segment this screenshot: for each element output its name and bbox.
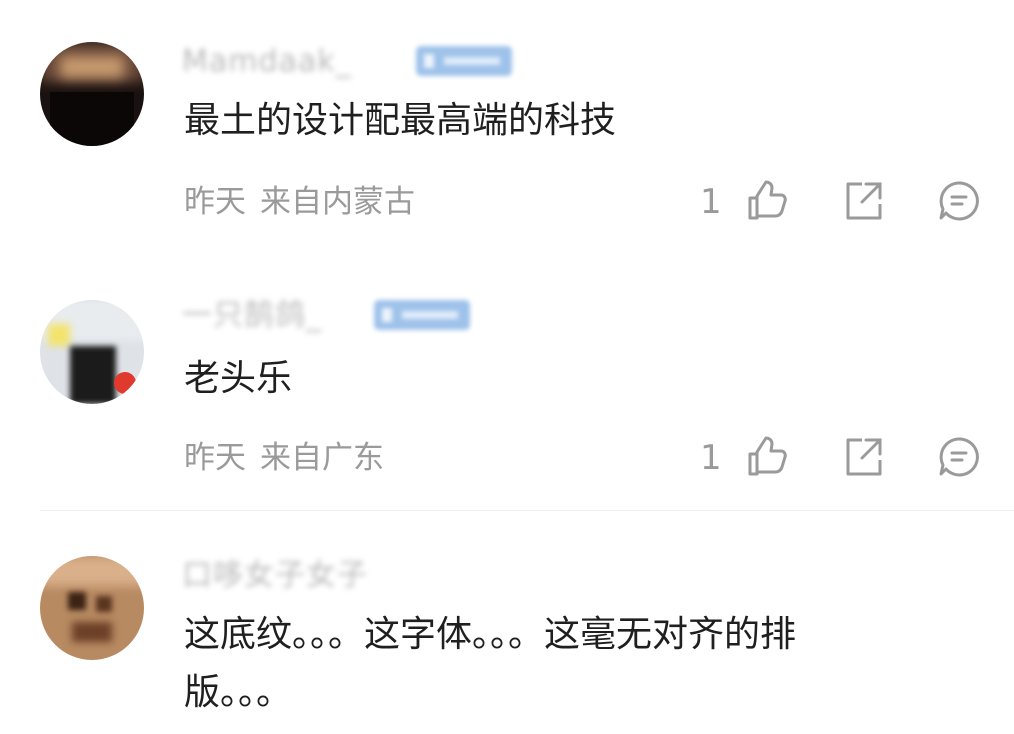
avatar[interactable] <box>40 42 144 146</box>
thumbs-up-icon[interactable] <box>746 436 788 478</box>
like-count: 1 <box>700 182 722 222</box>
avatar[interactable] <box>40 300 144 404</box>
username[interactable]: 一只鹄鸽_ <box>182 298 322 334</box>
avatar[interactable] <box>40 556 144 660</box>
share-icon[interactable] <box>842 180 884 222</box>
comment-text: 最土的设计配最高端的科技 <box>184 100 617 141</box>
comment-location: 来自内蒙古 <box>260 184 415 220</box>
comment-meta: 昨天 来自内蒙古 <box>184 182 415 222</box>
level-badge <box>374 300 470 330</box>
thumbs-up-icon[interactable] <box>746 180 788 222</box>
like-count: 1 <box>700 438 722 478</box>
comment-item: Mamdaak_ 最土的设计配最高端的科技 昨天 来自内蒙古 1 <box>0 0 1014 270</box>
comment-time: 昨天 <box>184 184 246 220</box>
reply-icon[interactable] <box>938 180 980 222</box>
comment-time: 昨天 <box>184 440 246 476</box>
comment-item: 口哆女子女子 这底纹。。。这字体。。。这毫无对齐的排 版。。。 <box>0 510 1014 734</box>
username[interactable]: Mamdaak_ <box>182 44 352 80</box>
reply-icon[interactable] <box>938 436 980 478</box>
comment-item: 一只鹄鸽_ 老头乐 昨天 来自广东 1 <box>0 270 1014 510</box>
share-icon[interactable] <box>842 436 884 478</box>
username[interactable]: 口哆女子女子 <box>182 558 368 594</box>
level-badge <box>416 46 512 76</box>
comment-location: 来自广东 <box>260 440 384 476</box>
comment-text: 这底纹。。。这字体。。。这毫无对齐的排 <box>184 614 797 655</box>
comment-text-continued: 版。。。 <box>184 672 293 713</box>
comment-meta: 昨天 来自广东 <box>184 438 384 478</box>
comment-text: 老头乐 <box>184 358 293 399</box>
